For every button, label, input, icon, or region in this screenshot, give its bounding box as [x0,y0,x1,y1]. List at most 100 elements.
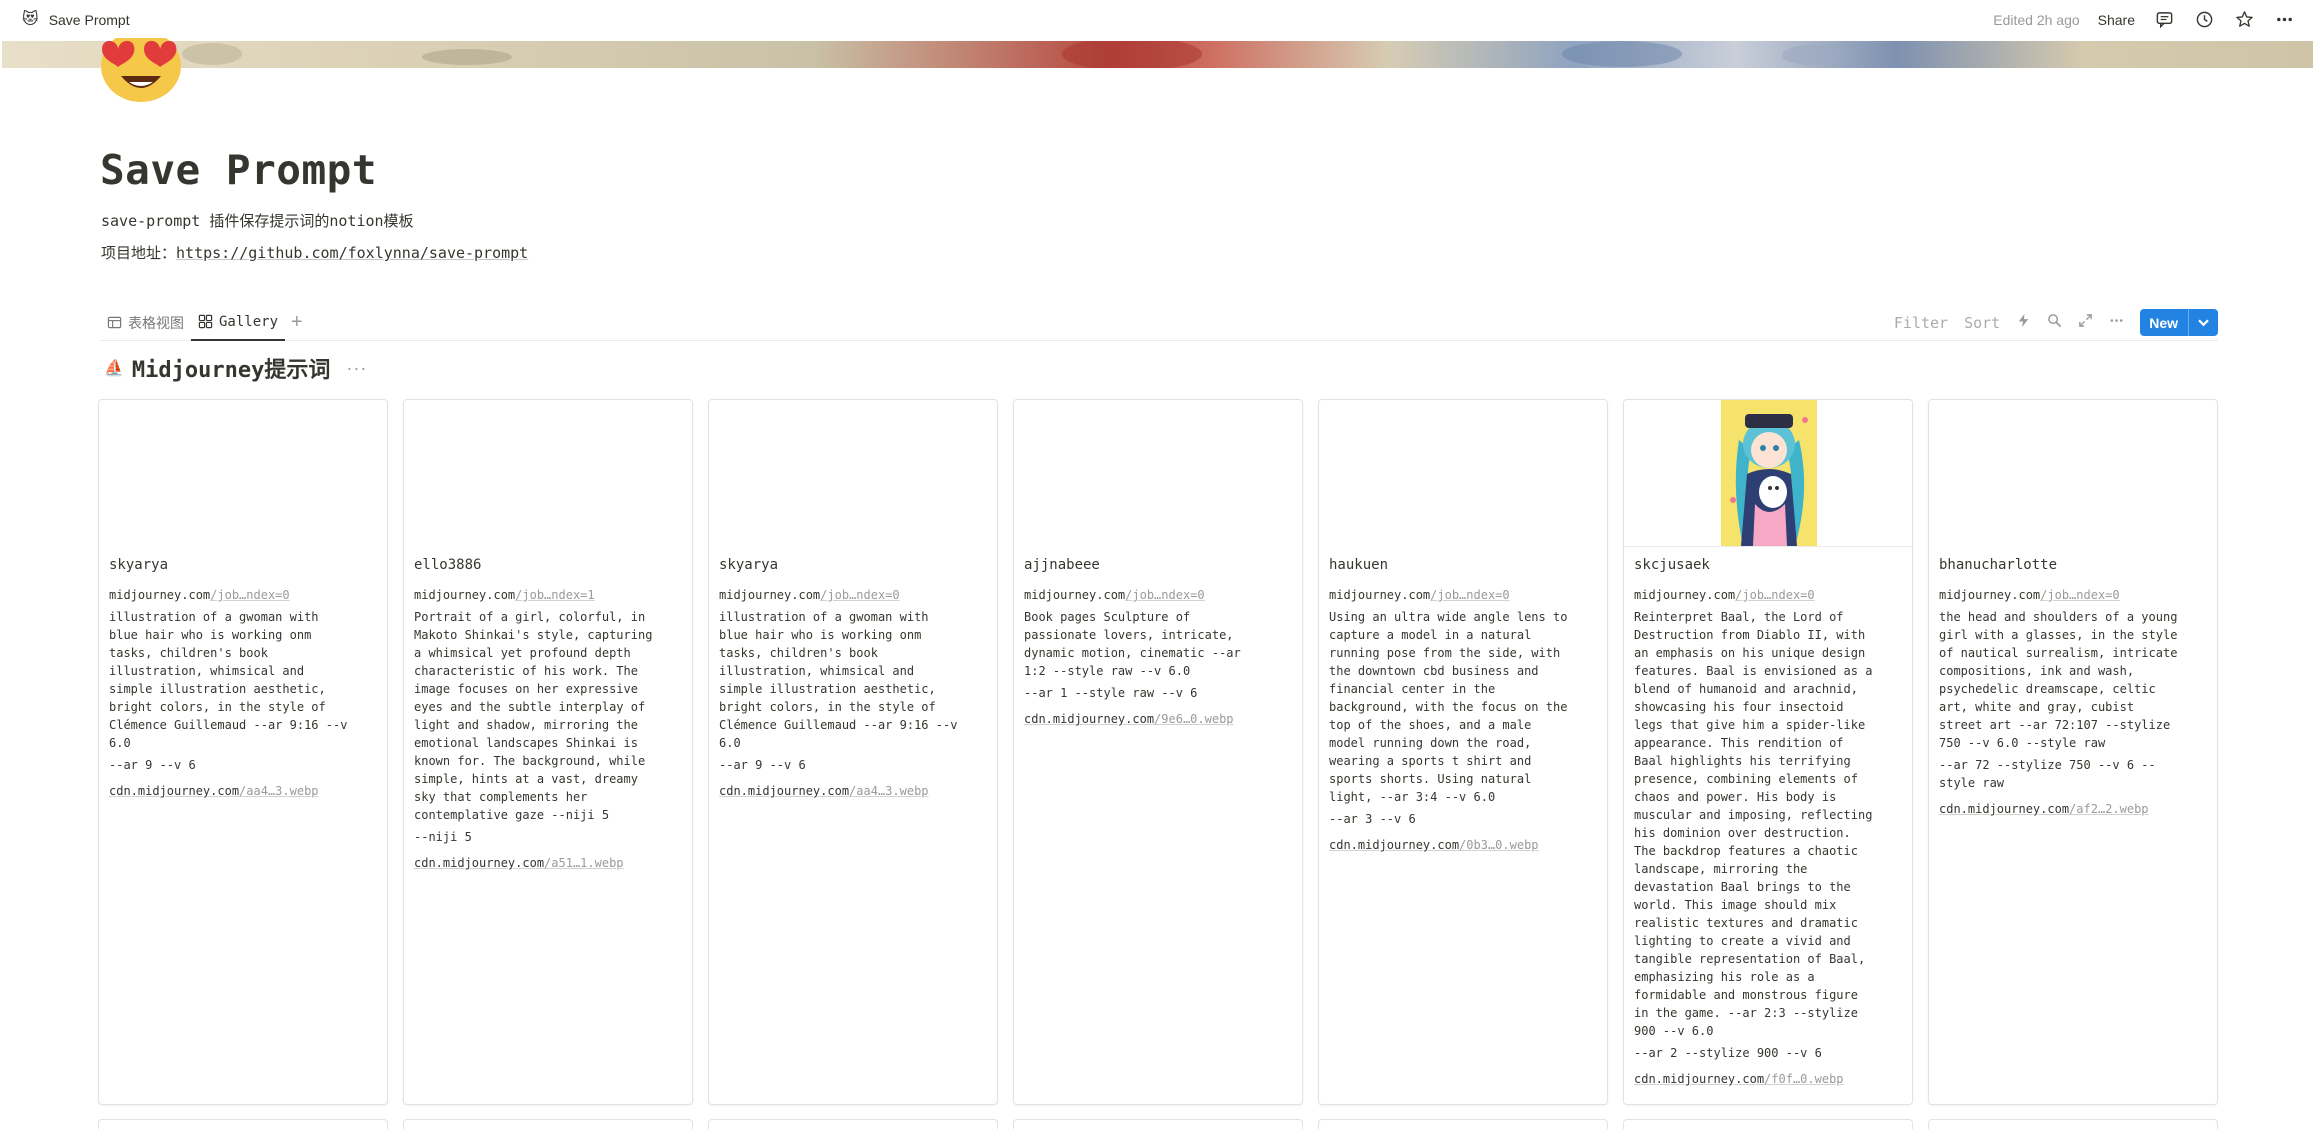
link-path: /job…ndex=0 [1430,588,1510,602]
card-params: --ar 2 --stylize 900 --v 6 [1634,1046,1822,1060]
page-cover-image[interactable] [2,41,2313,68]
group-title[interactable]: Midjourney提示词 [132,352,330,384]
gallery-card[interactable]: skyarya midjourney.com/job…ndex=0 illust… [708,399,998,1105]
breadcrumb-title[interactable]: Save Prompt [49,12,130,28]
card-image-link[interactable]: cdn.midjourney.com/aa4…3.webp [719,784,929,798]
new-button-label[interactable]: New [2140,315,2188,331]
link-path: /aa4…3.webp [849,784,929,798]
card-cover [1319,400,1607,547]
page-title[interactable]: Save Prompt [100,146,377,194]
card-params: --ar 9 --v 6 [109,758,196,772]
gallery-card[interactable]: ello3886 midjourney.com/job…ndex=1 Portr… [403,399,693,1105]
card-title: skyarya [719,557,779,573]
card-prompt: Reinterpret Baal, the Lord of Destructio… [1634,610,1873,1038]
link-path: /job…ndex=0 [820,588,900,602]
card-title: skyarya [109,557,169,573]
star-icon[interactable] [2233,9,2255,31]
link-path: /job…ndex=0 [1125,588,1205,602]
link-domain: cdn.midjourney.com [1024,712,1155,726]
new-button[interactable]: New [2140,309,2218,336]
chevron-down-icon[interactable] [2188,309,2218,336]
link-path: /aa4…3.webp [239,784,319,798]
link-domain: midjourney.com [1024,588,1126,602]
card-cover [1014,400,1302,547]
tab-table-view[interactable]: 表格视图 [100,305,191,341]
card-params: --ar 3 --v 6 [1329,812,1416,826]
group-header: ⛵ Midjourney提示词 ··· [104,352,367,384]
card-image-link[interactable]: cdn.midjourney.com/f0f…0.webp [1634,1072,1844,1086]
search-icon[interactable] [2047,313,2062,332]
card-cover-image [1624,400,1912,547]
gallery-card[interactable]: ajjnabeee midjourney.com/job…ndex=0 Book… [1013,399,1303,1105]
more-icon[interactable] [2109,313,2124,332]
card-params: --niji 5 [414,830,472,844]
gallery-card-partial[interactable] [98,1119,388,1129]
card-job-link[interactable]: midjourney.com/job…ndex=1 [414,586,686,604]
link-domain: cdn.midjourney.com [1329,838,1460,852]
expand-icon[interactable] [2078,313,2093,332]
gallery-card[interactable]: skyarya midjourney.com/job…ndex=0 illust… [98,399,388,1105]
heart-eyes-cat-icon[interactable] [99,30,183,104]
card-image-link[interactable]: cdn.midjourney.com/a51…1.webp [414,856,624,870]
card-cover [99,400,387,547]
gallery-card-partial[interactable] [1623,1119,1913,1129]
card-cover [709,400,997,547]
sailboat-icon: ⛵ [104,360,124,377]
more-icon[interactable] [2273,9,2295,31]
link-domain: midjourney.com [1634,588,1736,602]
card-job-link[interactable]: midjourney.com/job…ndex=0 [719,586,991,604]
gallery-card-partial[interactable] [1013,1119,1303,1129]
gallery-card[interactable]: bhanucharlotte midjourney.com/job…ndex=0… [1928,399,2218,1105]
link-domain: midjourney.com [1939,588,2041,602]
card-image-link[interactable]: cdn.midjourney.com/0b3…0.webp [1329,838,1539,852]
link-path: /job…ndex=0 [1735,588,1815,602]
share-button[interactable]: Share [2098,12,2135,28]
gallery-card[interactable]: haukuen midjourney.com/job…ndex=0 Using … [1318,399,1608,1105]
card-image-link[interactable]: cdn.midjourney.com/af2…2.webp [1939,802,2149,816]
card-job-link[interactable]: midjourney.com/job…ndex=0 [1329,586,1601,604]
link-path: /0b3…0.webp [1459,838,1539,852]
card-job-link[interactable]: midjourney.com/job…ndex=0 [1634,586,1906,604]
project-link[interactable]: https://github.com/foxlynna/save-prompt [176,244,528,262]
card-title: haukuen [1329,557,1389,573]
link-domain: midjourney.com [414,588,516,602]
page-description[interactable]: save-prompt 插件保存提示词的notion模板 [101,210,414,231]
link-path: /job…ndex=1 [515,588,595,602]
gallery-card-partial[interactable] [1318,1119,1608,1129]
card-params: --ar 72 --stylize 750 --v 6 -- style raw [1939,758,2156,790]
edited-timestamp: Edited 2h ago [1993,11,2080,28]
link-domain: cdn.midjourney.com [719,784,850,798]
gallery-card-partial[interactable] [708,1119,998,1129]
card-title: ello3886 [414,557,482,573]
link-path: /job…ndex=0 [2040,588,2120,602]
gallery-card-partial[interactable] [1928,1119,2218,1129]
lightning-icon[interactable] [2016,313,2031,332]
breadcrumb[interactable]: 😻 Save Prompt [22,11,130,28]
sort-button[interactable]: Sort [1964,314,2000,332]
card-params: --ar 9 --v 6 [719,758,806,772]
add-view-button[interactable]: + [285,305,309,341]
history-icon[interactable] [2193,9,2215,31]
link-domain: midjourney.com [109,588,211,602]
card-title: skcjusaek [1634,557,1710,573]
card-params: --ar 1 --style raw --v 6 [1024,686,1198,700]
gallery-card-partial[interactable] [403,1119,693,1129]
card-prompt: Book pages Sculpture of passionate lover… [1024,610,1241,678]
card-job-link[interactable]: midjourney.com/job…ndex=0 [1024,586,1296,604]
database-views-bar: 表格视图 Gallery + Filter Sort New [100,305,2218,341]
tab-gallery[interactable]: Gallery [191,305,286,341]
link-domain: midjourney.com [1329,588,1431,602]
link-path: /9e6…0.webp [1154,712,1234,726]
card-image-link[interactable]: cdn.midjourney.com/aa4…3.webp [109,784,319,798]
link-path: /af2…2.webp [2069,802,2149,816]
comments-icon[interactable] [2153,9,2175,31]
gallery-card[interactable]: skcjusaek midjourney.com/job…ndex=0 Rein… [1623,399,1913,1105]
card-job-link[interactable]: midjourney.com/job…ndex=0 [1939,586,2211,604]
card-prompt: Portrait of a girl, colorful, in Makoto … [414,610,653,822]
tab-label: 表格视图 [128,314,184,331]
group-more-button[interactable]: ··· [346,358,367,379]
card-job-link[interactable]: midjourney.com/job…ndex=0 [109,586,381,604]
card-prompt: illustration of a gwoman with blue hair … [109,610,348,750]
card-image-link[interactable]: cdn.midjourney.com/9e6…0.webp [1024,712,1234,726]
filter-button[interactable]: Filter [1894,314,1948,332]
